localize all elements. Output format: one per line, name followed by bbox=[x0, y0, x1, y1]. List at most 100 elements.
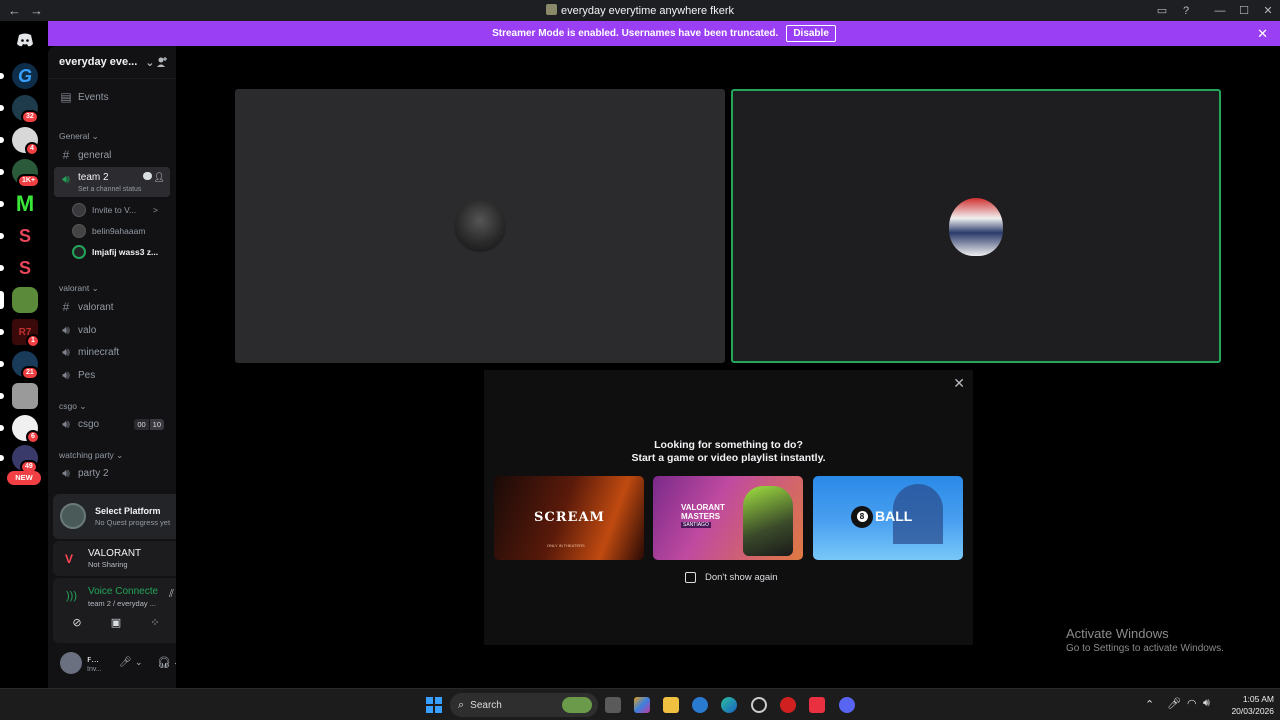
windows-start-icon[interactable] bbox=[426, 697, 442, 713]
maximize-icon[interactable]: ☐ bbox=[1232, 4, 1256, 17]
dont-show-again-row[interactable]: Don't show again bbox=[685, 572, 778, 583]
card-title: VALORANT MASTERS bbox=[681, 503, 725, 521]
category-valorant[interactable]: valorant ⌄ bbox=[59, 283, 99, 294]
discord-home-icon[interactable] bbox=[12, 27, 38, 53]
card-title: SCREAM bbox=[534, 510, 605, 525]
category-watching-party[interactable]: watching party ⌄ bbox=[59, 450, 123, 461]
user-count: 00 bbox=[134, 418, 149, 430]
valorant-taskbar-icon[interactable] bbox=[809, 697, 825, 713]
camera-off-icon[interactable]: ⊘ bbox=[67, 616, 87, 634]
channel-minecraft[interactable]: 🔊︎ minecraft bbox=[54, 341, 170, 363]
channel-pes[interactable]: 🔊︎ Pes bbox=[54, 364, 170, 386]
quest-title: Select Platform bbox=[95, 506, 161, 516]
invite-icon bbox=[72, 203, 86, 217]
activity-card-8ball[interactable]: 8 BALL bbox=[813, 476, 963, 560]
tray-overflow-icon[interactable]: ⌃ bbox=[1145, 698, 1154, 711]
app-icon-blue-globe[interactable] bbox=[692, 697, 708, 713]
microphone-icon[interactable]: 🎤︎ bbox=[119, 657, 132, 668]
file-explorer-icon[interactable] bbox=[663, 697, 679, 713]
hashtag-icon: # bbox=[62, 300, 70, 314]
headphones-icon[interactable]: 🎧︎ bbox=[157, 656, 171, 669]
server-icon-s1[interactable]: S bbox=[12, 223, 38, 249]
checkbox-label: Don't show again bbox=[705, 572, 778, 583]
speaker-icon: 🔊︎ bbox=[62, 465, 70, 480]
popup-subheading: Start a game or video playlist instantly… bbox=[631, 452, 826, 464]
voice-status[interactable]: Voice Connecte bbox=[88, 586, 160, 597]
signal-icon: ))) bbox=[66, 590, 77, 602]
task-view-icon[interactable] bbox=[605, 697, 621, 713]
chevron-down-icon: ⌄ bbox=[145, 56, 155, 69]
search-placeholder: Search bbox=[470, 699, 502, 711]
taskbar-search[interactable]: ⌕ Search bbox=[450, 693, 598, 717]
card-subtitle: ONLY IN THEATERS bbox=[547, 543, 585, 548]
unread-pip bbox=[0, 455, 4, 461]
activity-card-scream[interactable]: SCREAM ONLY IN THEATERS bbox=[494, 476, 644, 560]
channel-general[interactable]: # general bbox=[54, 144, 170, 166]
help-icon[interactable]: ? bbox=[1174, 5, 1198, 17]
invite-person-icon[interactable]: 👤︎ bbox=[154, 172, 165, 183]
close-window-icon[interactable]: ✕ bbox=[1256, 4, 1280, 17]
window-title: everyday everytime anywhere fkerk bbox=[0, 4, 1280, 17]
clock-date[interactable]: 20/03/2026 bbox=[1222, 706, 1274, 716]
disable-streamer-button[interactable]: Disable bbox=[786, 25, 836, 42]
app-icon-red[interactable] bbox=[780, 697, 796, 713]
activate-windows-title: Activate Windows bbox=[1066, 626, 1169, 641]
unread-pip bbox=[0, 329, 4, 335]
app-icon-clock[interactable] bbox=[751, 697, 767, 713]
category-general[interactable]: General ⌄ bbox=[59, 131, 99, 142]
eight-ball-icon: 8 bbox=[851, 506, 873, 528]
server-icon-8[interactable] bbox=[12, 287, 38, 313]
avatar bbox=[72, 224, 86, 238]
category-general-label: General bbox=[59, 131, 90, 141]
voice-user-row[interactable]: lmjafij wass3 z... bbox=[72, 242, 168, 262]
clock-time[interactable]: 1:05 AM bbox=[1228, 694, 1274, 704]
share-screen-icon[interactable]: ▣ bbox=[106, 616, 126, 634]
voice-user-row[interactable]: Invite to V... > bbox=[72, 200, 168, 220]
channel-status-text[interactable]: Set a channel status bbox=[78, 186, 170, 193]
channel-valo[interactable]: 🔊︎ valo bbox=[54, 319, 170, 341]
unread-pip bbox=[0, 425, 4, 431]
server-icon-m[interactable]: M bbox=[12, 191, 38, 217]
channel-team2[interactable]: 🔊︎ team 2 Set a channel status 👤︎ bbox=[54, 167, 170, 197]
volume-icon[interactable]: 🔊︎ bbox=[1203, 697, 1210, 710]
checkbox[interactable] bbox=[685, 572, 696, 583]
avatar[interactable] bbox=[60, 652, 82, 674]
server-icon-11[interactable] bbox=[12, 383, 38, 409]
microphone-tray-icon[interactable]: 🎤︎ bbox=[1167, 697, 1181, 710]
activity-card-valorant-masters[interactable]: VALORANT MASTERS SANTIAGO bbox=[653, 476, 803, 560]
username[interactable]: ꜰ... bbox=[87, 654, 99, 665]
calendar-icon: ▤ bbox=[60, 90, 72, 104]
participant-tile-speaking[interactable] bbox=[731, 89, 1221, 363]
channel-valorant[interactable]: # valorant bbox=[54, 296, 170, 318]
activities-icon[interactable]: ⁘ bbox=[145, 616, 165, 634]
category-csgo-label: csgo bbox=[59, 401, 77, 411]
edge-browser-icon[interactable] bbox=[721, 697, 737, 713]
close-icon[interactable]: ✕ bbox=[953, 375, 965, 392]
minimize-icon[interactable]: — bbox=[1208, 5, 1232, 17]
discord-taskbar-icon[interactable] bbox=[839, 697, 855, 713]
server-header[interactable]: everyday eve... ⌄ bbox=[48, 46, 176, 79]
voice-user-row[interactable]: belin9ahaaam bbox=[72, 221, 168, 241]
wifi-icon[interactable]: ◠ bbox=[1187, 697, 1197, 710]
unread-pip bbox=[0, 265, 4, 271]
hashtag-icon: # bbox=[62, 148, 70, 162]
category-csgo[interactable]: csgo ⌄ bbox=[59, 401, 86, 412]
windows-taskbar: ⌕ Search ⌃ 🎤︎ ◠ 🔊︎ 1:05 AM 20/03/2026 bbox=[0, 688, 1280, 720]
voice-channel-info[interactable]: team 2 / everyday ... bbox=[88, 599, 156, 608]
participant-tile[interactable] bbox=[235, 89, 725, 363]
server-icon-s2[interactable]: S bbox=[12, 255, 38, 281]
add-member-icon[interactable] bbox=[156, 56, 168, 68]
channel-csgo[interactable]: 🔊︎ csgo 00 10 bbox=[54, 413, 170, 435]
chevron-down-icon[interactable]: ⌄ bbox=[135, 657, 143, 668]
noise-suppression-icon[interactable]: ⫽ bbox=[169, 588, 174, 601]
events-item[interactable]: ▤ Events bbox=[54, 86, 170, 108]
server-icon-g[interactable]: G bbox=[12, 63, 38, 89]
inbox-icon[interactable]: ▭ bbox=[1150, 4, 1174, 17]
app-icon-colorful[interactable] bbox=[634, 697, 650, 713]
chat-bubble-icon[interactable] bbox=[143, 172, 152, 180]
mention-badge: 1 bbox=[26, 334, 40, 348]
channel-party2[interactable]: 🔊︎ party 2 bbox=[54, 462, 170, 484]
card-subtitle: SANTIAGO bbox=[681, 522, 711, 528]
window-app-icon bbox=[545, 4, 557, 15]
close-icon[interactable]: ✕ bbox=[1257, 26, 1268, 42]
